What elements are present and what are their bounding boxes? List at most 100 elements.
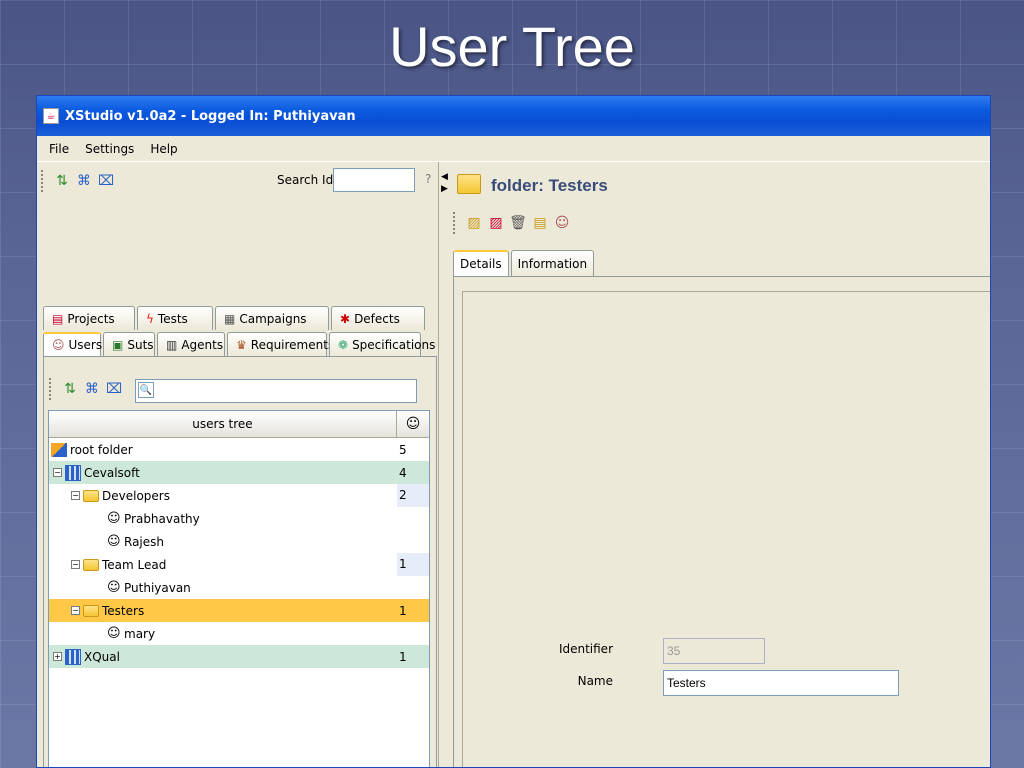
title-bar: ☕ XStudio v1.0a2 - Logged In: Puthiyavan: [37, 96, 990, 136]
collapse-toggle[interactable]: −: [71, 491, 80, 500]
details-content: Identifier Name: [462, 291, 990, 767]
tree-row-label: Cevalsoft: [84, 465, 140, 480]
slide-title: User Tree: [389, 15, 635, 78]
menu-help[interactable]: Help: [142, 139, 185, 159]
help-icon[interactable]: ?: [425, 172, 431, 186]
defects-icon: ✱: [340, 311, 351, 326]
tab-agents-label: Agents: [181, 337, 224, 352]
tests-icon: ϟ: [146, 311, 154, 326]
details-tabs: Details Information: [453, 250, 595, 276]
collapse-toggle[interactable]: −: [71, 560, 80, 569]
tab-defects[interactable]: ✱ Defects: [331, 306, 425, 330]
tree-row-rajesh[interactable]: ☺ Rajesh: [49, 530, 429, 553]
java-app-icon: ☕: [43, 108, 59, 124]
users-icon: ☺: [52, 338, 65, 352]
menu-file[interactable]: File: [41, 139, 77, 159]
top-toolbar: ⇅ ⌘ ⌧ Search Id: ?: [41, 168, 434, 194]
tab-suts-label: Suts: [127, 337, 154, 352]
tree-filter-input[interactable]: 🔍: [135, 379, 417, 403]
details-toolbar-grip[interactable]: [453, 212, 456, 234]
tab-requirements[interactable]: ♛ Requirements: [227, 332, 334, 356]
collapse-toggle[interactable]: −: [71, 606, 80, 615]
new-folder-icon[interactable]: ▨: [466, 215, 482, 231]
tree-row-label: Developers: [102, 488, 170, 503]
user-icon: ☺: [107, 533, 121, 549]
details-toolbar: ▨ ▨ 🗑 ▤ ☺: [453, 212, 570, 234]
tree-row-puthiyavan[interactable]: ☺ Puthiyavan: [49, 576, 429, 599]
tree-column-header[interactable]: users tree: [49, 411, 397, 437]
details-title: folder: Testers: [491, 176, 608, 195]
company-icon: [65, 464, 81, 481]
tree-row-label: Prabhavathy: [124, 511, 200, 526]
tree-header: users tree ☺: [49, 411, 429, 438]
refresh-icon[interactable]: ⇅: [54, 173, 70, 189]
copy-folder-icon[interactable]: ▤: [532, 215, 548, 231]
collapse-toggle[interactable]: −: [53, 468, 62, 477]
menu-settings[interactable]: Settings: [77, 139, 142, 159]
tab-projects-label: Projects: [67, 311, 115, 326]
new-user-icon[interactable]: ☺: [554, 215, 570, 231]
suts-icon: ▣: [112, 337, 124, 352]
tree-row-label: Puthiyavan: [124, 580, 191, 595]
splitter-right-arrow-icon[interactable]: ▶: [441, 184, 448, 194]
tab-users[interactable]: ☺ Users: [43, 332, 102, 356]
collapse-all-icon[interactable]: ⌧: [98, 173, 114, 189]
name-field[interactable]: [663, 670, 899, 696]
folder-icon: [83, 489, 99, 502]
app-window: ☕ XStudio v1.0a2 - Logged In: Puthiyavan…: [36, 95, 991, 768]
tree-row-label: Team Lead: [102, 557, 167, 572]
tree-toolbar-grip[interactable]: [49, 378, 52, 400]
tree-row-testers[interactable]: − Testers 1: [49, 599, 429, 622]
toolbar-grip[interactable]: [41, 170, 44, 192]
tab-requirements-label: Requirements: [250, 337, 335, 352]
tab-campaigns[interactable]: ▦ Campaigns: [215, 306, 329, 330]
name-label: Name: [577, 674, 613, 688]
tree-row-count: 1: [397, 553, 429, 576]
user-count-column-icon[interactable]: ☺: [397, 411, 429, 437]
identifier-field: [663, 638, 765, 664]
delete-folder-icon[interactable]: ▨: [488, 215, 504, 231]
tree-expand-all-icon[interactable]: ⌘: [84, 381, 100, 397]
tab-tests-label: Tests: [157, 311, 188, 326]
projects-icon: ▤: [52, 311, 64, 326]
search-id-input[interactable]: [333, 168, 415, 192]
splitter-left-arrow-icon[interactable]: ◀: [441, 172, 448, 182]
tree-collapse-all-icon[interactable]: ⌧: [106, 381, 122, 397]
tab-suts[interactable]: ▣ Suts: [103, 332, 155, 356]
user-icon: ☺: [107, 625, 121, 641]
tree-row-count: 5: [399, 442, 407, 457]
tree-row-mary[interactable]: ☺ mary: [49, 622, 429, 645]
tab-tests[interactable]: ϟ Tests: [137, 306, 213, 330]
tree-row-count: 2: [397, 484, 429, 507]
tab-projects[interactable]: ▤ Projects: [43, 306, 135, 330]
folder-icon: [83, 604, 99, 617]
details-body: Identifier Name: [453, 276, 990, 767]
tabs-row-1: ▤ Projects ϟ Tests ▦ Campaigns ✱ Defects: [43, 306, 425, 330]
expand-toggle[interactable]: +: [53, 652, 62, 661]
tab-specifications[interactable]: ❁ Specifications: [329, 332, 435, 356]
panel-splitter[interactable]: ◀ ▶: [439, 162, 449, 767]
user-icon: ☺: [107, 510, 121, 526]
company-icon: [65, 648, 81, 665]
tab-agents[interactable]: ▥ Agents: [157, 332, 225, 356]
tree-row-prabhavathy[interactable]: ☺ Prabhavathy: [49, 507, 429, 530]
tree-row-root[interactable]: root folder 5: [49, 438, 429, 461]
folder-icon: [457, 174, 481, 194]
tree-row-count: 1: [399, 603, 407, 618]
magnifier-icon: 🔍: [138, 382, 154, 398]
tree-row-xqual[interactable]: + XQual 1: [49, 645, 429, 668]
search-id-label: Search Id:: [277, 173, 338, 187]
user-icon: ☺: [107, 579, 121, 595]
expand-all-icon[interactable]: ⌘: [76, 173, 92, 189]
tree-row-cevalsoft[interactable]: − Cevalsoft 4: [49, 461, 429, 484]
tree-row-label: XQual: [84, 649, 120, 664]
tree-row-developers[interactable]: − Developers 2: [49, 484, 429, 507]
users-tree-table: users tree ☺ root folder 5 − Cevalsoft 4: [48, 410, 430, 767]
tree-row-count: 4: [399, 465, 407, 480]
tree-refresh-icon[interactable]: ⇅: [62, 381, 78, 397]
tree-row-team-lead[interactable]: − Team Lead 1: [49, 553, 429, 576]
tab-details[interactable]: Details: [453, 250, 509, 276]
trash-icon[interactable]: 🗑: [509, 215, 527, 231]
tab-campaigns-label: Campaigns: [239, 311, 307, 326]
tab-information[interactable]: Information: [510, 250, 595, 276]
